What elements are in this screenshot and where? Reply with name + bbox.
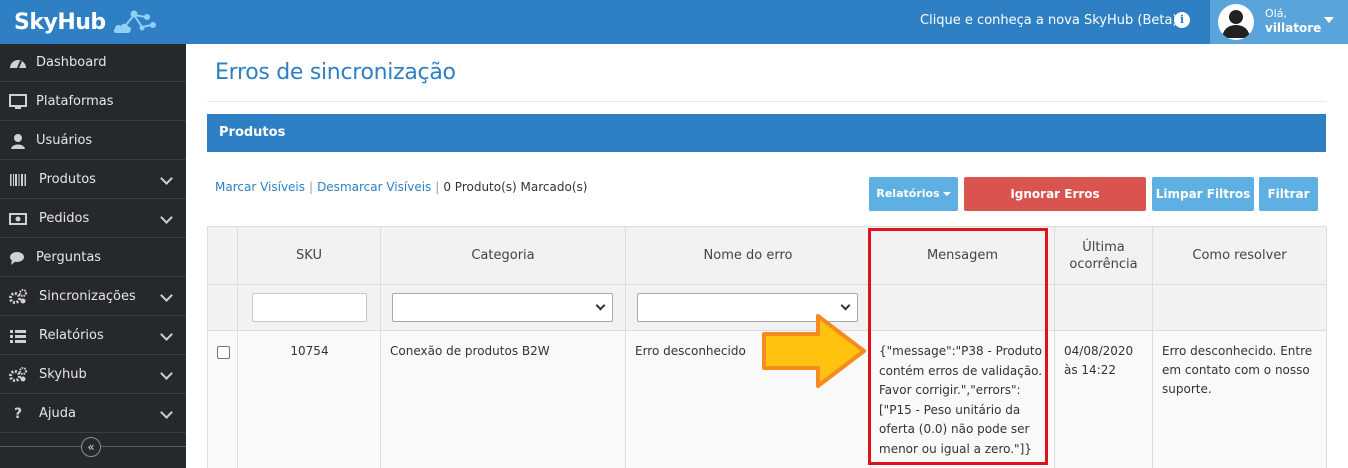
sidebar-item-relatorios[interactable]: Relatórios [0, 317, 186, 355]
new-skyhub-beta-link[interactable]: Clique e conheça a nova SkyHub (Beta) [920, 13, 1178, 28]
user-icon [11, 134, 25, 149]
chevron-down-icon [160, 367, 173, 380]
chevron-down-icon [840, 300, 851, 311]
panel-header: Produtos [207, 114, 1326, 152]
sidebar-item-label: Skyhub [39, 367, 87, 382]
reports-button-label: Relatórios [876, 187, 940, 200]
marked-count: 0 Produto(s) Marcado(s) [443, 180, 588, 194]
cloud-network-icon [113, 10, 156, 33]
unmark-visible-link[interactable]: Desmarcar Visíveis [317, 180, 431, 194]
chevron-down-icon [160, 406, 173, 419]
sidebar-item-label: Dashboard [36, 55, 107, 70]
panel-title: Produtos [219, 125, 286, 140]
separator: | [435, 180, 440, 194]
collapse-sidebar-button[interactable]: « [81, 437, 101, 457]
money-icon [9, 213, 27, 225]
header-checkbox-col [208, 227, 238, 285]
category-cell: Conexão de produtos B2W [381, 331, 626, 468]
sidebar-item-produtos[interactable]: Produtos [0, 161, 186, 199]
chevron-down-icon [160, 328, 173, 341]
dashboard-icon [10, 60, 26, 69]
sidebar-item-label: Sincronizações [39, 289, 136, 304]
logo-text: SkyHub [14, 9, 106, 35]
sidebar-item-label: Perguntas [36, 250, 102, 265]
header-error-name[interactable]: Nome do erro [626, 227, 871, 285]
clear-filters-button[interactable]: Limpar Filtros [1152, 177, 1254, 211]
sku-filter-input[interactable] [252, 293, 367, 322]
header-category[interactable]: Categoria [381, 227, 626, 285]
avatar [1218, 4, 1254, 40]
sidebar-item-label: Usuários [36, 133, 93, 148]
sidebar-item-perguntas[interactable]: Perguntas [0, 239, 186, 277]
chevron-down-icon [160, 289, 173, 302]
chevron-down-icon [595, 300, 606, 311]
header-last-occurrence-line2: ocorrência [1069, 256, 1138, 272]
sidebar-item-label: Relatórios [39, 328, 104, 343]
how-to-fix-cell: Erro desconhecido. Entre em contato com … [1153, 331, 1327, 468]
filter-button[interactable]: Filtrar [1259, 177, 1318, 211]
occurrence-time: às 14:22 [1064, 363, 1117, 377]
skyhub-logo[interactable]: SkyHub [14, 7, 158, 37]
occurrence-date: 04/08/2020 [1064, 344, 1134, 358]
separator: | [309, 180, 314, 194]
arrow-right-icon [762, 314, 866, 388]
sidebar-item-label: Ajuda [39, 406, 76, 421]
user-greeting: Olá, [1265, 7, 1287, 20]
filter-cell [381, 285, 626, 331]
user-name: villatore [1265, 21, 1322, 35]
title-divider [207, 101, 1326, 102]
sidebar: Dashboard Plataformas Usuários Produtos … [0, 44, 186, 468]
user-menu[interactable]: Olá, villatore [1210, 0, 1348, 44]
sidebar-item-dashboard[interactable]: Dashboard [0, 44, 186, 82]
highlight-box-annotation [868, 228, 1048, 465]
header-sku[interactable]: SKU [238, 227, 381, 285]
selection-controls: Marcar Visíveis | Desmarcar Visíveis | 0 Pro… [215, 180, 587, 194]
mark-visible-link[interactable]: Marcar Visíveis [215, 180, 305, 194]
top-bar: SkyHub Clique e conheça a nova SkyHub (B… [0, 0, 1348, 44]
ignore-selected-errors-button[interactable]: Ignorar Erros Selecionados [964, 177, 1146, 235]
question-icon: ? [13, 406, 23, 422]
barcode-icon [10, 174, 26, 186]
header-last-occurrence-line1: Última [1082, 239, 1125, 255]
sku-cell: 10754 [238, 331, 381, 468]
sidebar-item-usuarios[interactable]: Usuários [0, 122, 186, 160]
sidebar-item-sincronizacoes[interactable]: Sincronizações [0, 278, 186, 316]
sidebar-item-label: Pedidos [39, 211, 90, 226]
header-last-occurrence[interactable]: Última ocorrência [1055, 227, 1153, 285]
sidebar-item-label: Produtos [39, 172, 96, 187]
filter-cell [1153, 285, 1327, 331]
row-checkbox[interactable] [217, 346, 230, 359]
sidebar-item-label: Plataformas [36, 94, 114, 109]
filter-cell [238, 285, 381, 331]
filter-cell [208, 285, 238, 331]
last-occurrence-cell: 04/08/2020 às 14:22 [1055, 331, 1153, 468]
gears-icon [9, 367, 27, 382]
monitor-icon [9, 94, 27, 109]
sidebar-item-skyhub[interactable]: Skyhub [0, 356, 186, 394]
reports-dropdown-button[interactable]: Relatórios [869, 177, 958, 211]
header-how-to-fix[interactable]: Como resolver [1153, 227, 1327, 285]
chevron-down-icon [160, 172, 173, 185]
user-silhouette-icon [1222, 10, 1250, 38]
gears-icon [9, 289, 27, 304]
sidebar-item-pedidos[interactable]: Pedidos [0, 200, 186, 238]
info-icon[interactable]: i [1174, 12, 1190, 28]
filter-cell [1055, 285, 1153, 331]
sidebar-item-ajuda[interactable]: ? Ajuda [0, 395, 186, 433]
page-title: Erros de sincronização [215, 60, 456, 85]
list-icon [10, 330, 26, 343]
category-filter-select[interactable] [392, 293, 613, 322]
chevron-down-icon [160, 211, 173, 224]
caret-down-icon [942, 192, 951, 196]
caret-down-icon [1324, 17, 1334, 23]
sidebar-item-plataformas[interactable]: Plataformas [0, 83, 186, 121]
comments-icon [10, 252, 24, 265]
